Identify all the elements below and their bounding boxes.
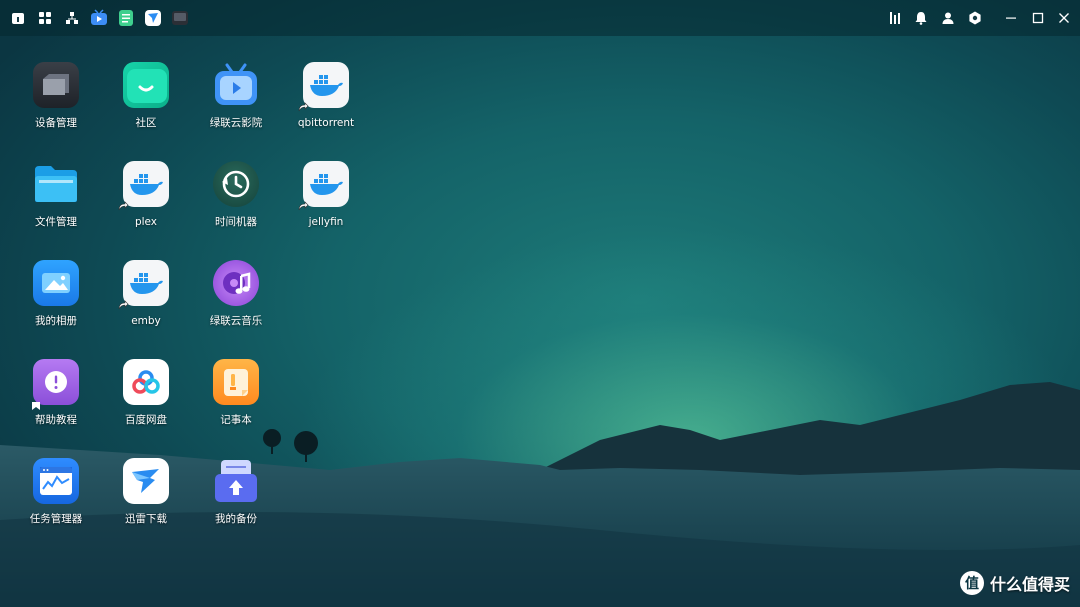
desktop-app-help[interactable]: 帮助教程 [13,359,99,441]
shortcut-arrow-icon [118,300,129,310]
app-label: jellyfin [308,216,344,228]
desktop-app-time-machine[interactable]: 时间机器 [193,161,279,243]
app-label: 任务管理器 [29,513,83,525]
music-icon [213,260,259,306]
app-label: 记事本 [220,414,252,426]
maximize-icon[interactable] [1029,9,1047,27]
app-label: 帮助教程 [35,414,77,426]
desktop-app-community[interactable]: 社区 [103,62,189,144]
notepad-icon [213,359,259,405]
app-label: 绿联云影院 [209,117,263,129]
app-label: 我的备份 [215,513,257,525]
time-machine-icon [213,161,259,207]
app-label: emby [131,315,161,327]
desktop-app-jellyfin[interactable]: jellyfin [283,161,369,243]
desktop-app-backup[interactable]: 我的备份 [193,458,279,540]
device-management-icon [33,62,79,108]
desktop-app-qbittorrent[interactable]: qbittorrent [283,62,369,144]
close-icon[interactable] [1055,9,1073,27]
desktop-app-notepad[interactable]: 记事本 [193,359,279,441]
equalizer-icon[interactable] [886,9,904,27]
task-manager-icon [33,458,79,504]
app-label: 百度网盘 [125,414,167,426]
top-bar [0,0,1080,36]
docker-icon [298,161,349,211]
app-label: 我的相册 [35,315,77,327]
community-icon [123,62,169,108]
network-icon[interactable] [63,9,81,27]
app-label: 时间机器 [215,216,257,228]
desktop-app-photos[interactable]: 我的相册 [13,260,99,342]
backup-icon [213,458,259,504]
video-app-icon[interactable] [90,9,108,27]
desktop-app-file-manager[interactable]: 文件管理 [13,161,99,243]
shortcut-arrow-icon [298,102,309,112]
desktop-app-cinema[interactable]: 绿联云影院 [193,62,279,144]
desktop-app-task-manager[interactable]: 任务管理器 [13,458,99,540]
shortcut-arrow-icon [298,201,309,211]
apps-grid-icon[interactable] [36,9,54,27]
app-label: 社区 [135,117,157,129]
app-label: 迅雷下载 [125,513,167,525]
help-icon [32,359,79,410]
app-label: 绿联云音乐 [209,315,263,327]
site-watermark: 值 什么值得买 [959,569,1070,597]
app-label: plex [134,216,158,228]
desktop-app-plex[interactable]: plex [103,161,189,243]
desktop-app-baidu-netdisk[interactable]: 百度网盘 [103,359,189,441]
thunder-download-icon [123,458,169,504]
photos-icon [33,260,79,306]
watermark-text: 什么值得买 [989,575,1070,594]
desktop-app-device-management[interactable]: 设备管理 [13,62,99,144]
bell-icon[interactable] [912,9,930,27]
shortcut-arrow-icon [118,201,129,211]
app-label: 设备管理 [35,117,77,129]
desktop-app-music[interactable]: 绿联云音乐 [193,260,279,342]
docker-icon [298,62,349,112]
minimize-icon[interactable] [1002,9,1020,27]
baidu-netdisk-icon [123,359,169,405]
app-label: 文件管理 [35,216,77,228]
app-label: qbittorrent [297,117,355,129]
folder-icon [33,161,79,207]
thunder-app-icon[interactable] [144,9,162,27]
settings-hex-icon[interactable] [966,9,984,27]
user-icon[interactable] [939,9,957,27]
cinema-icon [213,62,259,108]
desktop-app-emby[interactable]: emby [103,260,189,342]
watermark-logo-icon: 值 [959,571,984,595]
home-icon[interactable] [9,9,27,27]
note-app-icon[interactable] [117,9,135,27]
docker-icon [118,260,169,310]
device-app-icon[interactable] [171,9,189,27]
docker-icon [118,161,169,211]
desktop-app-thunder[interactable]: 迅雷下载 [103,458,189,540]
